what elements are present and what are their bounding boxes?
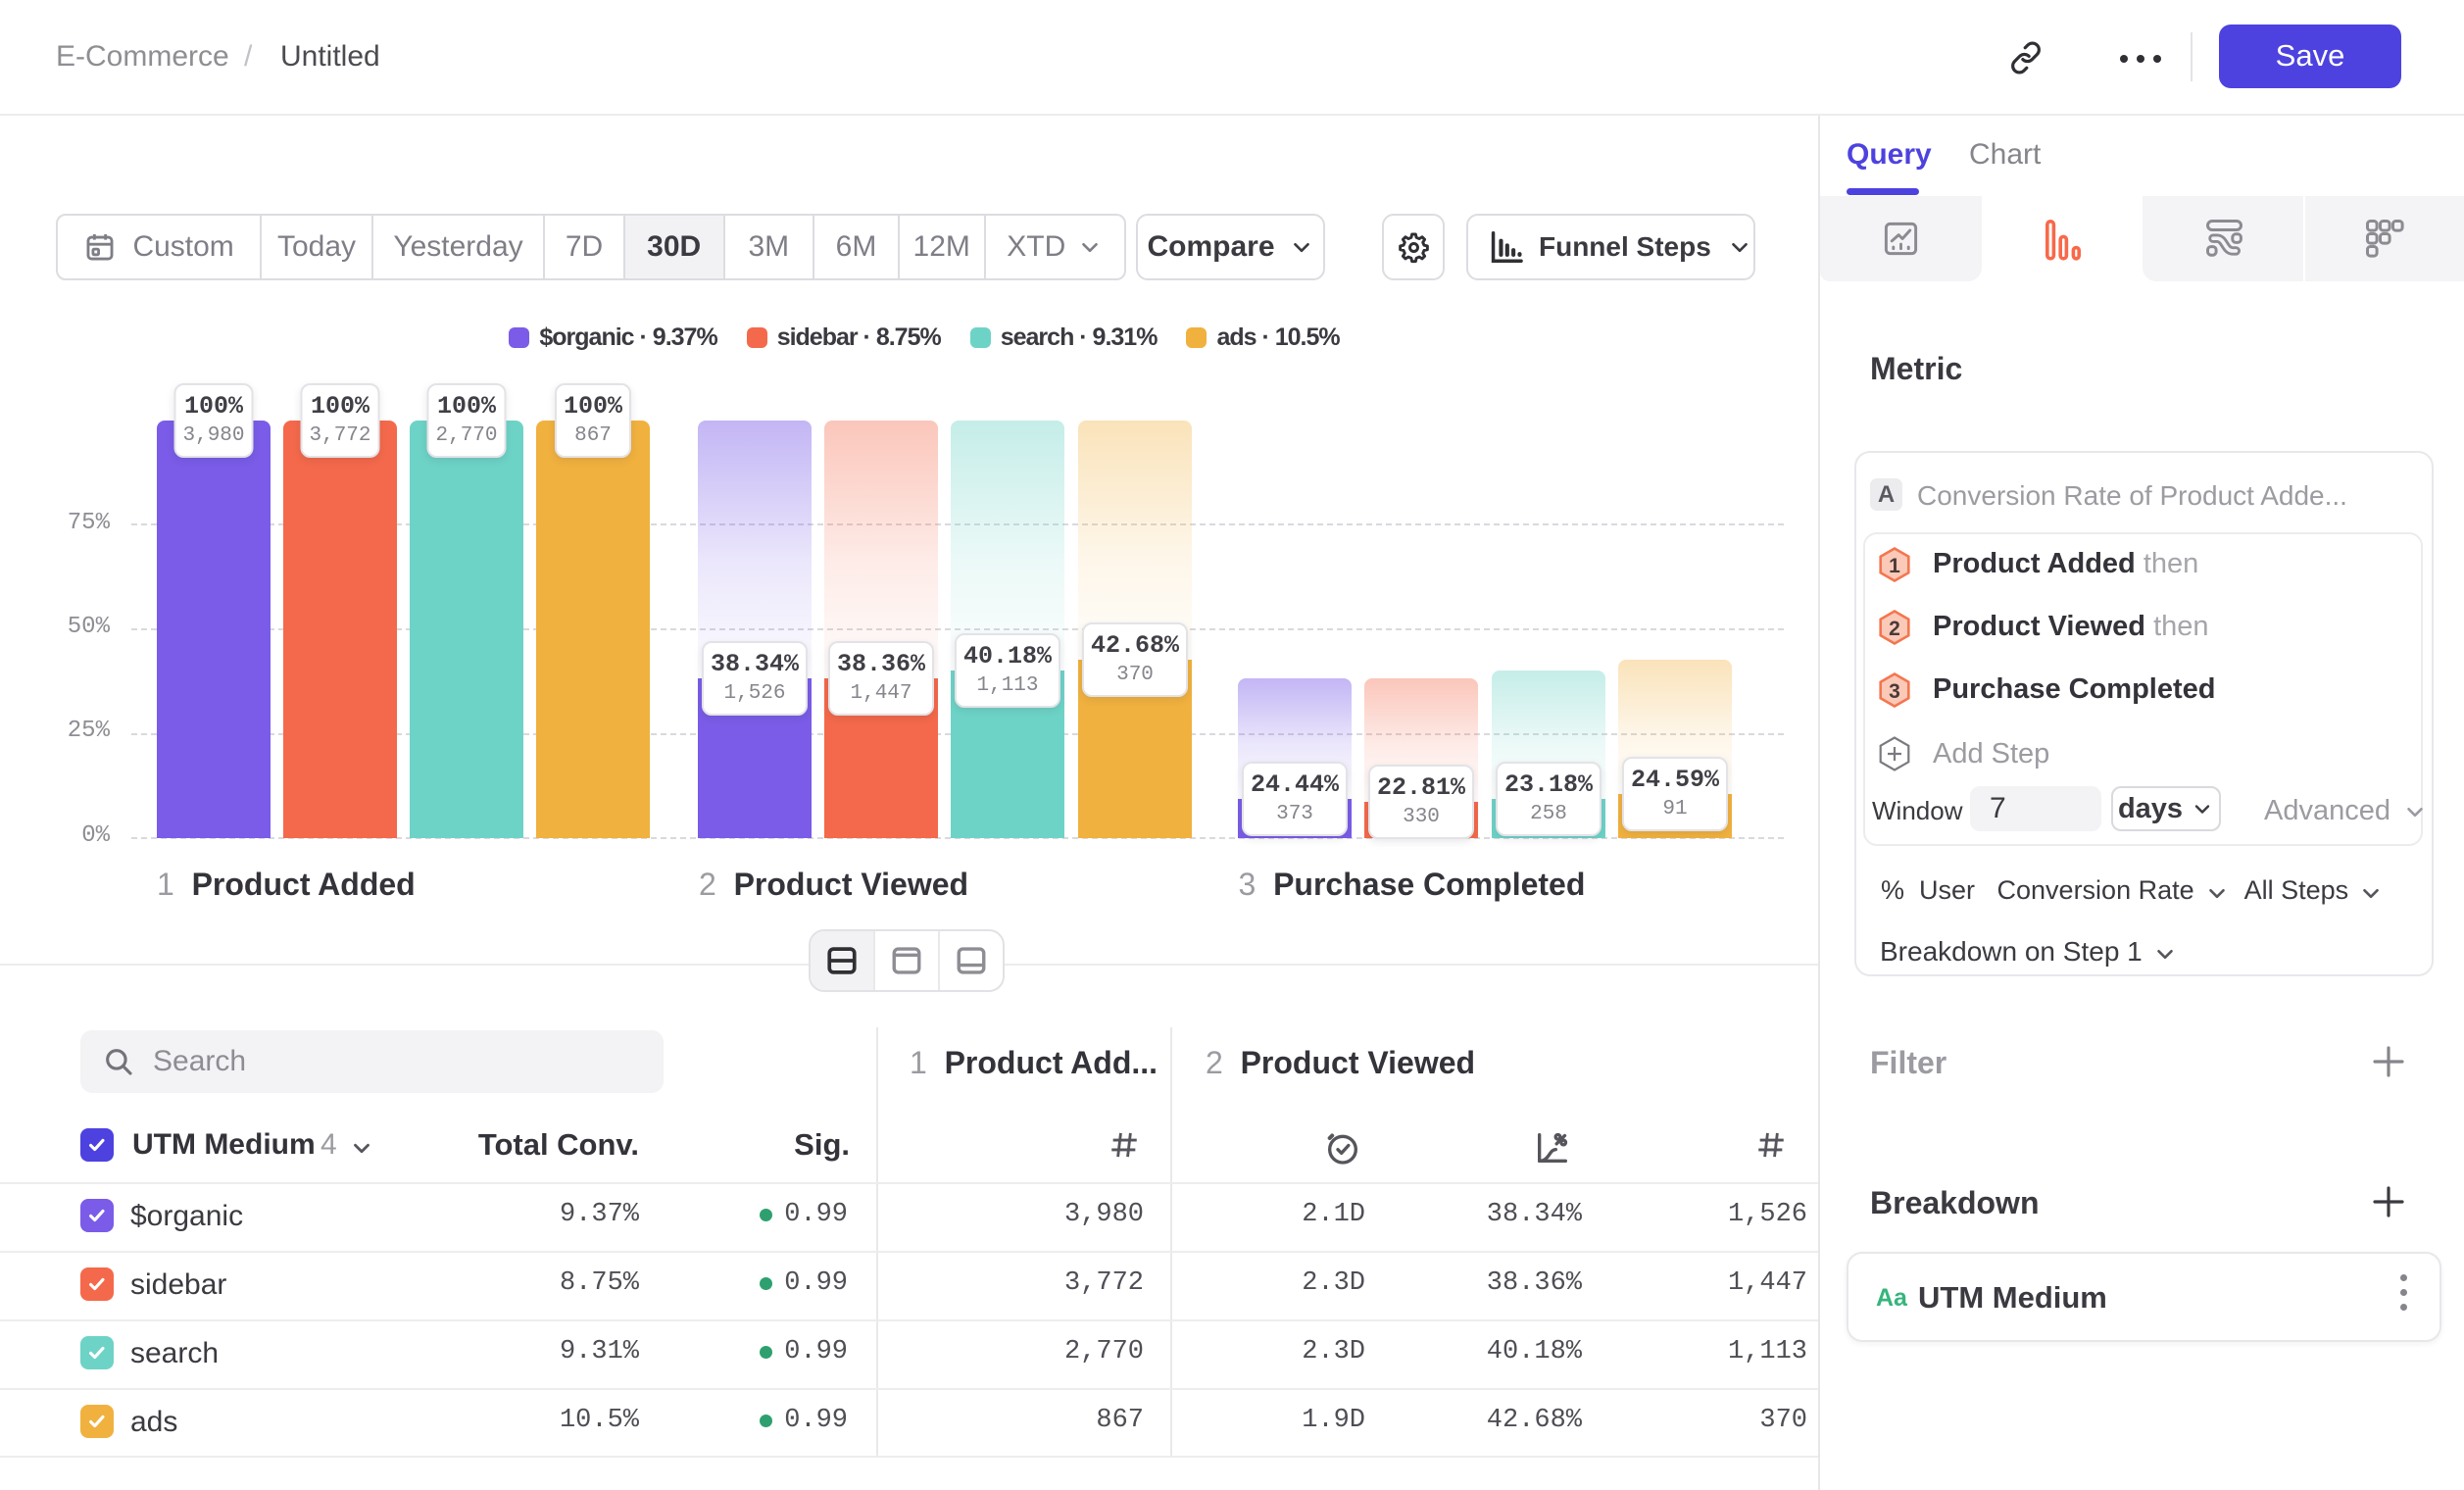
svg-text:3: 3	[1889, 680, 1900, 703]
svg-text:1: 1	[1889, 555, 1900, 577]
svg-text:2: 2	[1889, 618, 1900, 640]
